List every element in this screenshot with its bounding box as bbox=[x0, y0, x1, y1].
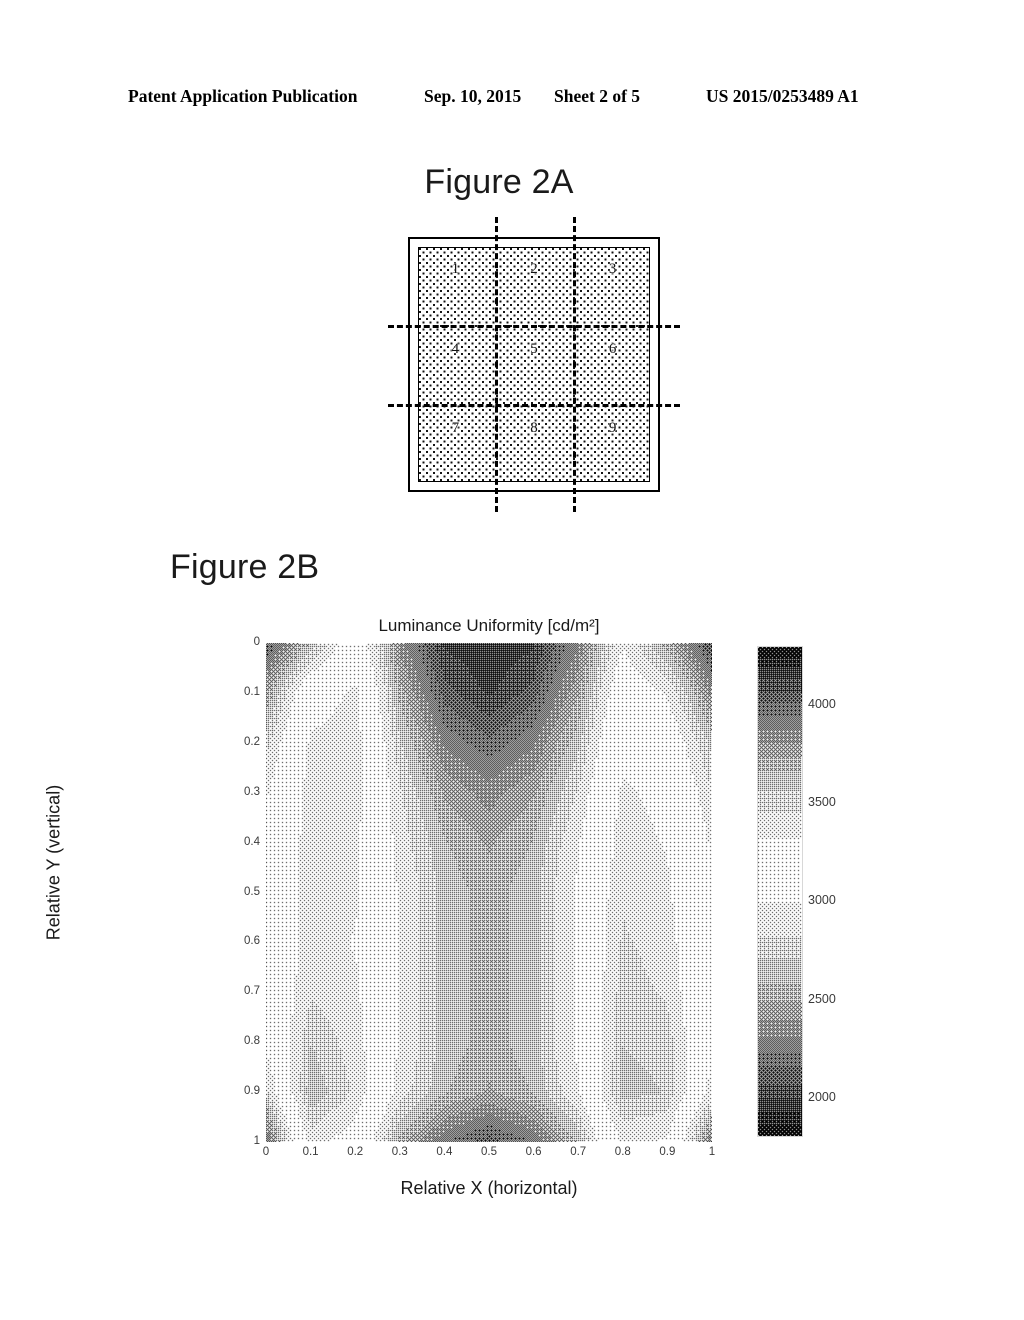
x-axis-tick-label: 0.3 bbox=[391, 1146, 408, 1158]
y-axis-tick-label: 0.8 bbox=[244, 1035, 260, 1048]
x-axis-tick-label: 0.2 bbox=[347, 1146, 364, 1158]
panel-cell-number: 3 bbox=[608, 260, 617, 277]
x-axis-tick-label: 0.5 bbox=[481, 1146, 497, 1158]
panel-cell-number: 8 bbox=[530, 420, 538, 437]
y-axis-tick-label: 0 bbox=[253, 636, 260, 648]
colorbar-tick-label: 4000 bbox=[808, 696, 836, 711]
panel-cell-number: 9 bbox=[608, 420, 617, 437]
y-axis-tick-label: 0.9 bbox=[244, 1085, 260, 1098]
y-axis-tick-label: 0.6 bbox=[244, 935, 260, 948]
y-axis-tick-label: 0.3 bbox=[244, 785, 260, 798]
x-axis-tick-label: 0.8 bbox=[614, 1146, 631, 1158]
x-axis-tick-label: 0.7 bbox=[570, 1146, 587, 1158]
x-axis-tick-label: 0.4 bbox=[436, 1146, 453, 1158]
header-publication-text: Patent Application Publication bbox=[128, 86, 358, 106]
x-axis-tick-label: 1 bbox=[708, 1146, 716, 1158]
panel-horizontal-divider bbox=[388, 324, 680, 328]
colorbar bbox=[757, 646, 803, 1137]
x-axis-tick-label: 0.9 bbox=[659, 1146, 676, 1158]
x-axis-tick-label: 0.6 bbox=[525, 1146, 542, 1158]
y-axis-tick-label: 0.4 bbox=[244, 835, 260, 848]
heatmap-plot-area bbox=[266, 643, 712, 1142]
colorbar-tick-label: 3000 bbox=[808, 893, 836, 908]
panel-cell-number: 1 bbox=[451, 260, 460, 277]
patent-header: Patent Application Publication Sep. 10, … bbox=[0, 86, 1024, 116]
panel-vertical-divider bbox=[494, 217, 498, 512]
panel-cell-number: 2 bbox=[530, 260, 538, 277]
colorbar-canvas bbox=[758, 647, 802, 1136]
panel-vertical-divider bbox=[573, 217, 577, 512]
header-sheet-text: Sheet 2 of 5 bbox=[554, 86, 641, 106]
figure-2a-title-text: Figure 2A bbox=[424, 163, 574, 201]
x-axis-label: Relative X (horizontal) bbox=[400, 1178, 578, 1198]
y-axis-tick-label: 0.2 bbox=[244, 735, 260, 748]
figure-2b-title: Figure 2B bbox=[170, 548, 320, 586]
y-axis-tick-label: 0.7 bbox=[244, 985, 260, 998]
y-axis-tick-label: 0.1 bbox=[244, 685, 260, 698]
y-axis-label: Relative Y (vertical) bbox=[43, 784, 64, 941]
panel-cell-number: 7 bbox=[451, 420, 460, 437]
x-axis-tick-label: 0.1 bbox=[302, 1146, 319, 1158]
panel-cell-number: 6 bbox=[608, 340, 617, 357]
x-axis-tick-label: 0 bbox=[262, 1146, 270, 1158]
heatmap-canvas bbox=[266, 643, 712, 1142]
panel-cell-number: 5 bbox=[530, 340, 538, 357]
colorbar-tick-label: 3500 bbox=[808, 795, 836, 810]
panel-cell-number: 4 bbox=[451, 340, 460, 357]
colorbar-tick-label: 2500 bbox=[808, 991, 836, 1006]
panel-stippled-area bbox=[418, 247, 650, 482]
figure-2a-diagram: 1 2 3 4 5 6 7 8 9 bbox=[380, 210, 700, 520]
figure-2a-title: Figure 2A bbox=[0, 163, 1024, 202]
colorbar-tick-label: 2000 bbox=[808, 1089, 836, 1104]
chart-title: Luminance Uniformity [cd/m²] bbox=[378, 616, 600, 635]
panel-horizontal-divider bbox=[388, 404, 680, 408]
header-patent-number: US 2015/0253489 A1 bbox=[706, 86, 859, 106]
header-date-text: Sep. 10, 2015 bbox=[424, 86, 522, 106]
y-axis-tick-label: 0.5 bbox=[244, 885, 260, 898]
